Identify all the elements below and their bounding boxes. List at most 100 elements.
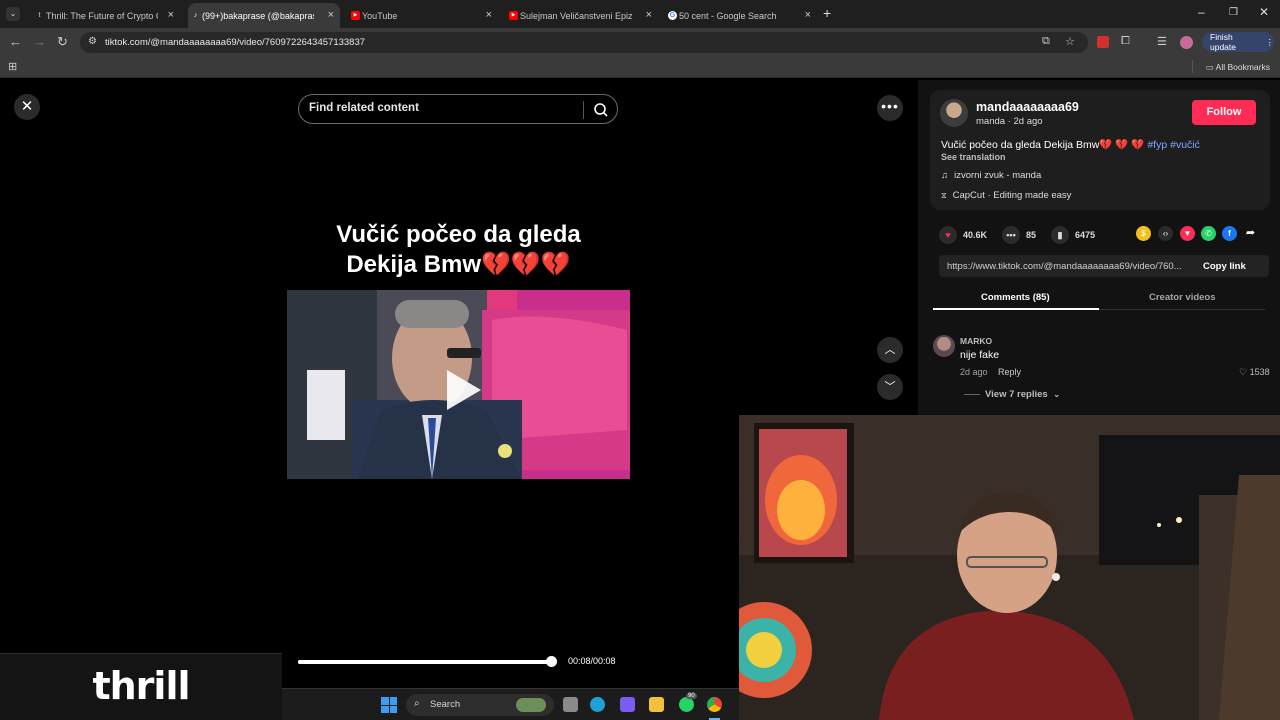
edge-icon[interactable] [590, 697, 605, 712]
close-icon[interactable]: × [805, 9, 811, 21]
tab-title: Thrill: The Future of Crypto Casi [46, 10, 158, 21]
follow-button[interactable]: Follow [1192, 100, 1256, 125]
comment-reply-button[interactable]: Reply [998, 367, 1021, 377]
minimize-icon[interactable]: – [1198, 5, 1205, 19]
play-icon[interactable] [447, 370, 481, 410]
save-count: 6475 [1075, 230, 1096, 240]
next-video-button[interactable]: ﹀ [877, 374, 903, 400]
windows-logo-pane [389, 705, 397, 713]
video-player[interactable]: Vučić počeo da gleda Dekija Bmw💔💔💔 [287, 80, 630, 688]
tab-list-icon[interactable]: ☰ [1157, 35, 1167, 48]
windows-start-icon[interactable] [381, 697, 397, 713]
music-note-icon: ♫ [941, 170, 949, 181]
close-icon[interactable]: × [646, 9, 652, 21]
related-search-box[interactable] [298, 94, 618, 124]
comment-icon: ••• [1002, 226, 1020, 244]
close-icon[interactable]: × [328, 9, 334, 21]
panel-tabs: Comments (85) Creator videos [933, 288, 1265, 310]
all-bookmarks-button[interactable]: ▭ All Bookmarks [1206, 62, 1270, 73]
tab-comments[interactable]: Comments (85) [981, 292, 1050, 303]
active-tab-indicator [933, 308, 1099, 310]
comment-username[interactable]: MARKO [960, 336, 992, 346]
see-translation-link[interactable]: See translation [941, 152, 1006, 162]
share-icon[interactable]: ➦ [1243, 226, 1258, 241]
bookmark-star-icon[interactable]: ☆ [1065, 35, 1075, 48]
avatar[interactable] [940, 99, 968, 127]
close-video-button[interactable]: ✕ [14, 94, 40, 120]
heart-icon: ♥ [939, 226, 957, 244]
search-icon[interactable] [593, 102, 609, 118]
address-bar[interactable]: ⚙ tiktok.com/@mandaaaaaaaa69/video/76097… [80, 32, 1088, 53]
comment-avatar[interactable] [933, 335, 955, 357]
coin-icon[interactable]: $ [1136, 226, 1151, 241]
close-icon[interactable]: × [168, 9, 174, 21]
chrome-icon[interactable] [707, 697, 722, 712]
browser-tab[interactable]: G 50 cent - Google Search × [665, 3, 817, 28]
windows-logo-pane [381, 705, 389, 713]
copilot-icon[interactable] [620, 697, 635, 712]
apps-grid-icon[interactable]: ⊞ [8, 60, 17, 73]
embed-icon[interactable]: ‹› [1158, 226, 1173, 241]
thrill-favicon-icon: t [38, 12, 41, 19]
profile-avatar-icon[interactable] [1180, 36, 1193, 49]
browser-tab-active[interactable]: ♪ (99+)bakaprase (@bakaprase) | × [188, 3, 340, 28]
finish-update-button[interactable]: Finish update ⋮ [1202, 32, 1274, 52]
site-info-icon[interactable]: ⚙ [88, 36, 97, 47]
share-link-box: https://www.tiktok.com/@mandaaaaaaaa69/v… [939, 255, 1269, 277]
replies-divider [964, 393, 980, 395]
tab-creator-videos[interactable]: Creator videos [1149, 292, 1216, 303]
back-icon[interactable]: ← [9, 34, 22, 49]
browser-tab[interactable]: ▶ YouTube × [348, 3, 498, 28]
comment-stat[interactable]: ••• 85 [1002, 226, 1036, 244]
tiktok-favicon-icon: ♪ [193, 12, 198, 19]
music-link[interactable]: ♫ izvorni zvuk - manda [941, 170, 1041, 181]
previous-video-button[interactable]: ︿ [877, 337, 903, 363]
extension-icon[interactable] [1097, 36, 1109, 48]
windows-logo-pane [389, 697, 397, 705]
copy-link-button[interactable]: Copy link [1203, 261, 1246, 272]
tab-search-menu-icon[interactable]: ⌄ [6, 7, 20, 21]
post-age: 2d ago [1013, 116, 1043, 127]
more-options-button[interactable]: ••• [877, 95, 903, 121]
forward-icon[interactable]: → [33, 34, 46, 49]
search-divider [583, 101, 584, 119]
whatsapp-icon[interactable] [679, 697, 694, 712]
search-highlight-icon [516, 698, 546, 712]
close-window-icon[interactable]: ✕ [1259, 5, 1269, 19]
facebook-icon[interactable]: f [1222, 226, 1237, 241]
new-tab-icon[interactable]: + [823, 5, 831, 21]
restore-icon[interactable]: ❐ [1229, 7, 1238, 18]
kebab-menu-icon: ⋮ [1265, 36, 1275, 47]
capcut-link[interactable]: ⧖ CapCut · Editing made easy [941, 190, 1071, 201]
file-explorer-icon[interactable] [649, 697, 664, 712]
taskbar-search[interactable]: ⌕ Search [406, 694, 554, 716]
search-icon: ⌕ [414, 698, 420, 709]
browser-tab[interactable]: ▶ Sulejman Veličanstveni Epizoda × [506, 3, 658, 28]
bookmarks-bar: ⊞ ▭ All Bookmarks [0, 56, 1280, 78]
like-stat[interactable]: ♥ 40.6K [939, 226, 987, 244]
capcut-icon: ⧖ [941, 191, 947, 200]
extensions-puzzle-icon[interactable]: ⧠ [1121, 35, 1130, 48]
tab-title: (99+)bakaprase (@bakaprase) | [202, 10, 314, 21]
whatsapp-icon[interactable]: ✆ [1201, 226, 1216, 241]
close-icon[interactable]: × [486, 9, 492, 21]
view-replies-button[interactable]: View 7 replies ⌄ [964, 389, 1060, 400]
music-label: izvorni zvuk - manda [954, 170, 1042, 181]
comment-age: 2d ago [960, 367, 988, 377]
send-icon[interactable]: ▼ [1180, 226, 1195, 241]
video-time: 00:08/00:08 [568, 656, 616, 666]
video-progress-handle[interactable] [546, 656, 557, 667]
folder-icon: ▭ [1205, 62, 1214, 72]
browser-tab[interactable]: t Thrill: The Future of Crypto Casi × [32, 3, 180, 28]
install-app-icon[interactable]: ⧉ [1042, 35, 1050, 48]
task-view-icon[interactable] [563, 697, 578, 712]
save-stat[interactable]: ▮ 6475 [1051, 226, 1095, 244]
author-username[interactable]: mandaaaaaaaa69 [976, 100, 1079, 114]
reload-icon[interactable]: ↻ [57, 34, 68, 50]
video-progress-track[interactable] [298, 660, 551, 664]
hashtag-link[interactable]: #vučić [1170, 139, 1200, 151]
hashtag-link[interactable]: #fyp [1147, 139, 1167, 151]
related-search-input[interactable] [309, 102, 569, 114]
comment-like-button[interactable]: ♡ 1538 [1239, 367, 1270, 378]
tab-title: Sulejman Veličanstveni Epizoda [520, 10, 632, 21]
